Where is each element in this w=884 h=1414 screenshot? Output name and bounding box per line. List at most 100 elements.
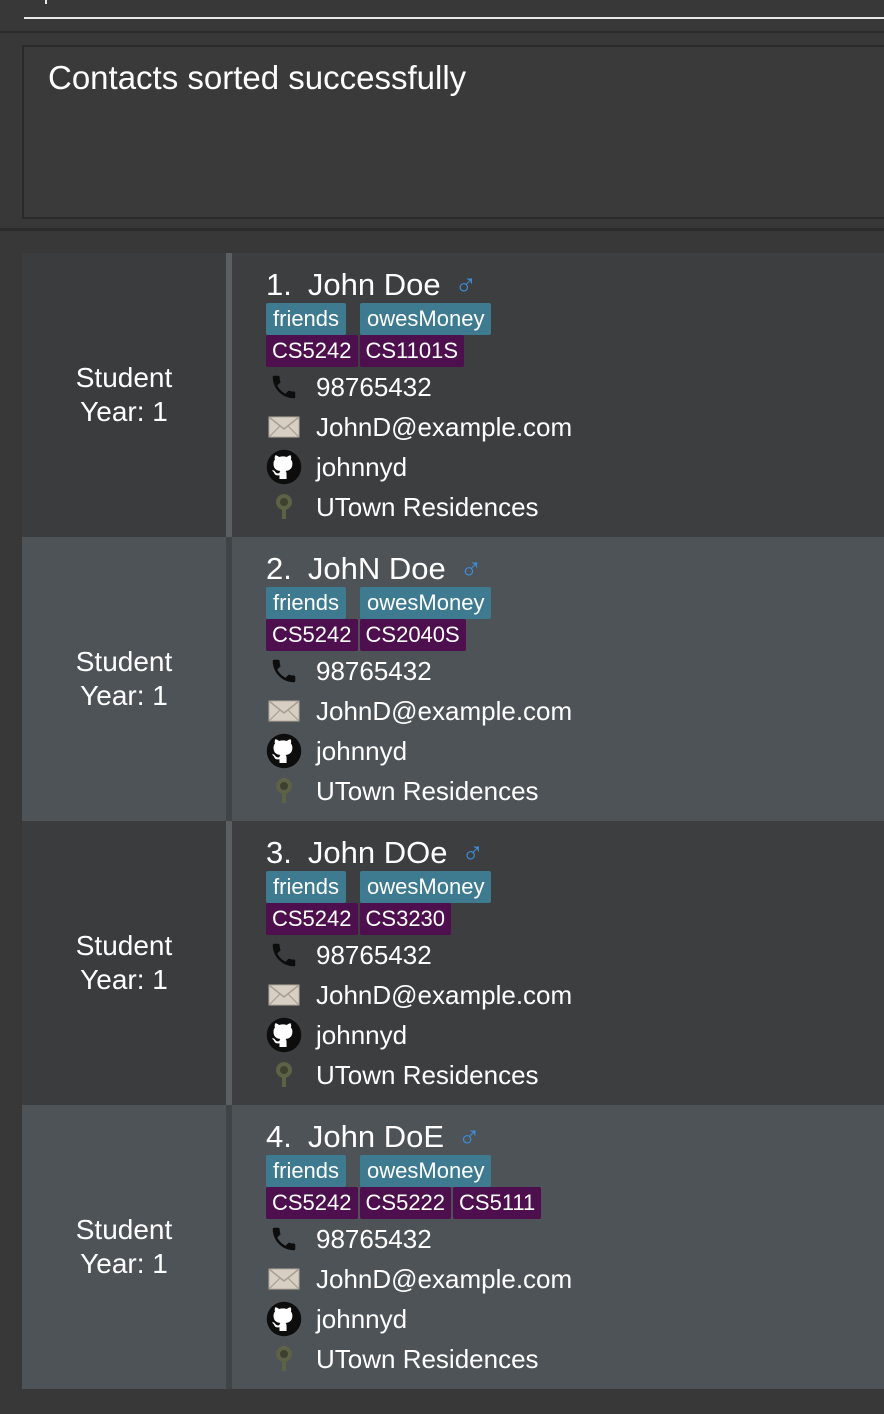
tag-label: friends (266, 303, 347, 335)
envelope-icon (266, 1261, 302, 1297)
tag-label: friends (266, 871, 347, 903)
contact-phone-row: 98765432 (266, 1219, 432, 1259)
phone-icon (266, 369, 302, 405)
contact-github-row: johnnyd (266, 447, 407, 487)
contact-address: UTown Residences (316, 1059, 539, 1090)
contact-address-row: UTown Residences (266, 1055, 539, 1095)
contact-role: Student (75, 1214, 173, 1245)
module-label: CS3230 (359, 903, 452, 935)
contact-index: 3. (266, 835, 292, 870)
tag-label: owesMoney (360, 1155, 492, 1187)
module-list: CS5242 CS1101S (266, 335, 465, 367)
contact-card[interactable]: Student Year: 1 3. John DOe ♂ friends owe… (22, 821, 884, 1105)
command-input[interactable] (24, 0, 884, 19)
github-icon (266, 449, 302, 485)
contact-details: 4. John DoE ♂ friends owesMoney CS5242 CS5… (232, 1105, 884, 1389)
contact-name: JohN Doe (307, 551, 446, 586)
tag-list: friends owesMoney (266, 1155, 492, 1187)
contact-name-row: 3. John DOe ♂ (266, 833, 484, 873)
contact-address: UTown Residences (316, 1343, 539, 1374)
contact-side-panel: Student Year: 1 (22, 537, 226, 821)
contact-email: JohnD@example.com (316, 1263, 573, 1294)
contact-details: 3. John DOe ♂ friends owesMoney CS5242 CS3… (232, 821, 884, 1105)
contact-phone-row: 98765432 (266, 935, 432, 975)
contact-role: Student (75, 930, 173, 961)
contact-phone: 98765432 (316, 655, 432, 686)
contact-address-row: UTown Residences (266, 1339, 539, 1379)
contact-year: Year: 1 (80, 1248, 168, 1279)
male-icon: ♂ (461, 836, 484, 869)
module-label: CS1101S (359, 335, 465, 367)
envelope-icon (266, 693, 302, 729)
contact-list-pane: Student Year: 1 1. John Doe ♂ friends owe… (0, 231, 884, 1414)
phone-icon (266, 653, 302, 689)
contact-phone: 98765432 (316, 1223, 432, 1254)
contact-github-row: johnnyd (266, 1015, 407, 1055)
contact-name-row: 4. John DoE ♂ (266, 1117, 481, 1157)
contact-card[interactable]: Student Year: 1 4. John DoE ♂ friends owe… (22, 1105, 884, 1389)
contact-email: JohnD@example.com (316, 979, 573, 1010)
tag-label: friends (266, 587, 347, 619)
module-label: CS5242 (266, 619, 358, 651)
male-icon: ♂ (458, 1120, 481, 1153)
contact-details: 2. JohN Doe ♂ friends owesMoney CS5242 CS2… (232, 537, 884, 821)
tag-list: friends owesMoney (266, 303, 492, 335)
github-icon (266, 1017, 302, 1053)
contact-side-panel: Student Year: 1 (22, 253, 226, 537)
contact-phone: 98765432 (316, 939, 432, 970)
contact-github: johnnyd (316, 1019, 408, 1050)
contact-github-row: johnnyd (266, 731, 407, 771)
contact-index: 2. (266, 551, 292, 586)
contact-email-row: JohnD@example.com (266, 407, 572, 447)
male-icon: ♂ (459, 552, 483, 585)
result-message: Contacts sorted successfully (48, 59, 467, 96)
tag-label: owesMoney (360, 303, 492, 335)
contact-phone-row: 98765432 (266, 651, 432, 691)
contact-index: 4. (266, 1119, 292, 1154)
envelope-icon (266, 409, 302, 445)
contact-name: John Doe (307, 267, 441, 302)
phone-icon (266, 1221, 302, 1257)
contact-list[interactable]: Student Year: 1 1. John Doe ♂ friends owe… (22, 253, 884, 1389)
contact-phone-row: 98765432 (266, 367, 432, 407)
result-display: Contacts sorted successfully (22, 45, 884, 219)
contact-role: Student (75, 362, 173, 393)
contact-details: 1. John Doe ♂ friends owesMoney CS5242 CS1… (232, 253, 884, 537)
contact-email-row: JohnD@example.com (266, 975, 572, 1015)
location-pin-icon (266, 1341, 302, 1377)
contact-address: UTown Residences (316, 491, 539, 522)
contact-year: Year: 1 (80, 964, 168, 995)
location-pin-icon (266, 1057, 302, 1093)
contact-card[interactable]: Student Year: 1 2. JohN Doe ♂ friends owe… (22, 537, 884, 821)
github-icon (266, 1301, 302, 1337)
contact-address: UTown Residences (316, 775, 539, 806)
tag-label: owesMoney (360, 871, 492, 903)
contact-address-row: UTown Residences (266, 771, 539, 811)
contact-email: JohnD@example.com (316, 411, 573, 442)
module-label: CS5222 (359, 1187, 452, 1219)
text-caret (45, 0, 47, 4)
contact-side-panel: Student Year: 1 (22, 1105, 226, 1389)
contact-email-row: JohnD@example.com (266, 1259, 572, 1299)
module-list: CS5242 CS2040S (266, 619, 466, 651)
tag-label: friends (266, 1155, 347, 1187)
contact-card[interactable]: Student Year: 1 1. John Doe ♂ friends owe… (22, 253, 884, 537)
male-icon: ♂ (454, 268, 478, 301)
contact-github: johnnyd (316, 735, 408, 766)
contact-year: Year: 1 (80, 396, 168, 427)
contact-year: Year: 1 (80, 680, 168, 711)
result-display-pane: Contacts sorted successfully (0, 31, 884, 231)
contact-email-row: JohnD@example.com (266, 691, 572, 731)
contact-email: JohnD@example.com (316, 695, 573, 726)
tag-list: friends owesMoney (266, 871, 492, 903)
contact-phone: 98765432 (316, 371, 432, 402)
contact-side-panel: Student Year: 1 (22, 821, 226, 1105)
contact-role: Student (75, 646, 173, 677)
module-list: CS5242 CS3230 (266, 903, 452, 935)
envelope-icon (266, 977, 302, 1013)
contact-name-row: 2. JohN Doe ♂ (266, 549, 482, 589)
contact-name: John DoE (307, 1119, 444, 1154)
contact-github: johnnyd (316, 1303, 408, 1334)
github-icon (266, 733, 302, 769)
module-label: CS5242 (266, 335, 358, 367)
